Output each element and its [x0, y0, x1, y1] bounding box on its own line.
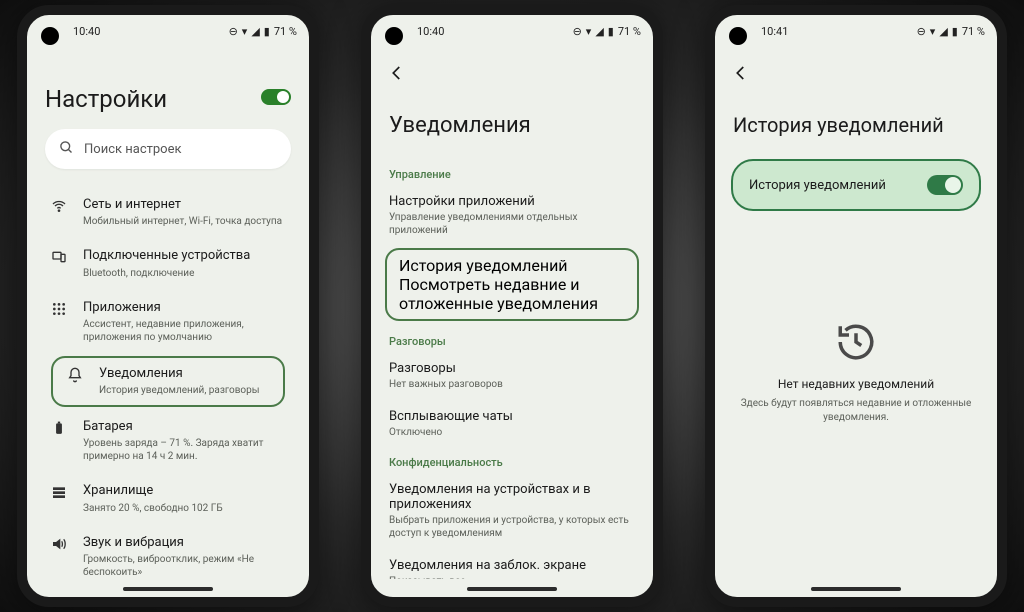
- status-time: 10:40: [73, 25, 100, 38]
- settings-item-network[interactable]: Сеть и интернетМобильный интернет, Wi-Fi…: [45, 187, 291, 238]
- search-icon: [59, 140, 74, 159]
- status-icons: ⊖ ▾ ◢ ▮ 71 %: [917, 25, 985, 38]
- battery-icon: ▮: [608, 25, 614, 38]
- status-time: 10:40: [417, 25, 444, 38]
- back-button[interactable]: [381, 57, 413, 89]
- history-icon: [835, 321, 877, 363]
- status-bar: 10:41 ⊖ ▾ ◢ ▮ 71 %: [715, 25, 997, 38]
- nav-handle[interactable]: [467, 587, 557, 591]
- battery-icon: ▮: [264, 25, 270, 38]
- empty-state: Нет недавних уведомлений Здесь будут поя…: [715, 321, 997, 425]
- section-manage: Управление: [371, 160, 653, 185]
- nav-handle[interactable]: [123, 587, 213, 591]
- status-time: 10:41: [761, 25, 788, 38]
- wifi-icon: ▾: [586, 25, 592, 38]
- search-input[interactable]: Поиск настроек: [45, 129, 291, 169]
- item-app-settings[interactable]: Настройки приложений Управление уведомле…: [371, 185, 653, 246]
- item-conversations[interactable]: Разговоры Нет важных разговоров: [371, 352, 653, 400]
- phone-3: 10:41 ⊖ ▾ ◢ ▮ 71 % История уведомлений И…: [705, 5, 1007, 607]
- page-title: История уведомлений: [733, 113, 979, 137]
- phone-2: 10:40 ⊖ ▾ ◢ ▮ 71 % Уведомления Управлени…: [361, 5, 663, 607]
- battery-percent: 71 %: [618, 25, 641, 38]
- settings-item-apps[interactable]: ПриложенияАссистент, недавние приложения…: [45, 290, 291, 354]
- wifi-icon: ▾: [930, 25, 936, 38]
- apps-icon: [49, 301, 69, 321]
- wifi-icon: [49, 198, 69, 218]
- phone-1: 10:40 ⊖ ▾ ◢ ▮ 71 % Настройки Поиск настр…: [17, 5, 319, 607]
- section-conversations: Разговоры: [371, 327, 653, 352]
- settings-item-battery[interactable]: БатареяУровень заряда – 71 %. Заряда хва…: [45, 409, 291, 473]
- history-toggle-label: История уведомлений: [749, 178, 886, 193]
- signal-icon: ◢: [595, 25, 603, 38]
- dnd-icon: ⊖: [573, 25, 582, 38]
- wifi-icon: ▾: [242, 25, 248, 38]
- battery-percent: 71 %: [274, 25, 297, 38]
- history-switch[interactable]: [927, 175, 963, 195]
- signal-icon: ◢: [939, 25, 947, 38]
- dnd-icon: ⊖: [229, 25, 238, 38]
- battery-icon: [49, 420, 69, 440]
- bell-icon: [65, 367, 85, 387]
- settings-item-devices[interactable]: Подключенные устройстваBluetooth, подклю…: [45, 238, 291, 289]
- status-bar: 10:40 ⊖ ▾ ◢ ▮ 71 %: [371, 25, 653, 38]
- dnd-icon: ⊖: [917, 25, 926, 38]
- empty-title: Нет недавних уведомлений: [778, 377, 934, 391]
- history-toggle-card[interactable]: История уведомлений: [731, 159, 981, 211]
- empty-subtitle: Здесь будут появляться недавние и отложе…: [739, 397, 973, 425]
- settings-item-notifications[interactable]: УведомленияИстория уведомлений, разговор…: [61, 364, 275, 399]
- page-title: Уведомления: [389, 113, 635, 138]
- devices-icon: [49, 249, 69, 269]
- settings-item-sound[interactable]: Звук и вибрацияГромкость, виброотклик, р…: [45, 525, 291, 580]
- signal-icon: ◢: [251, 25, 259, 38]
- highlighted-history: История уведомлений Посмотреть недавние …: [385, 248, 639, 321]
- battery-percent: 71 %: [962, 25, 985, 38]
- quick-toggle[interactable]: [261, 89, 291, 105]
- section-privacy: Конфиденциальность: [371, 448, 653, 473]
- storage-icon: [49, 484, 69, 504]
- item-device-app-notif[interactable]: Уведомления на устройствах и в приложени…: [371, 473, 653, 549]
- back-button[interactable]: [725, 57, 757, 89]
- page-title: Настройки: [45, 85, 291, 113]
- item-lock-notif[interactable]: Уведомления на заблок. экране Показывать…: [371, 549, 653, 579]
- search-placeholder: Поиск настроек: [84, 142, 182, 157]
- sound-icon: [49, 536, 69, 556]
- status-bar: 10:40 ⊖ ▾ ◢ ▮ 71 %: [27, 25, 309, 38]
- settings-item-storage[interactable]: ХранилищеЗанято 20 %, свободно 102 ГБ: [45, 473, 291, 524]
- highlighted-notifications: УведомленияИстория уведомлений, разговор…: [51, 356, 285, 407]
- item-bubbles[interactable]: Всплывающие чаты Отключено: [371, 400, 653, 448]
- status-icons: ⊖ ▾ ◢ ▮ 71 %: [229, 25, 297, 38]
- item-history[interactable]: История уведомлений Посмотреть недавние …: [399, 256, 625, 313]
- nav-handle[interactable]: [811, 587, 901, 591]
- battery-icon: ▮: [952, 25, 958, 38]
- status-icons: ⊖ ▾ ◢ ▮ 71 %: [573, 25, 641, 38]
